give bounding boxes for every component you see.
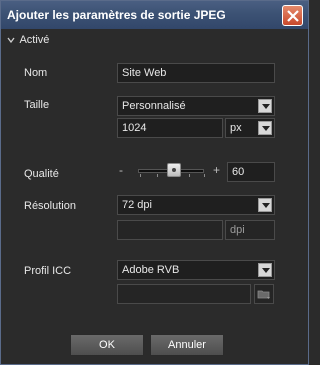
icc-profile-path-input[interactable] — [117, 284, 251, 304]
size-label: Taille — [24, 99, 50, 111]
slider-tick — [189, 174, 190, 177]
chevron-down-icon — [258, 121, 272, 135]
section-header-active[interactable]: Activé — [7, 34, 49, 46]
quality-input[interactable]: 60 — [227, 162, 275, 182]
slider-tick — [157, 174, 158, 177]
chevron-down-icon — [258, 263, 272, 277]
resolution-preset-value: 72 dpi — [122, 199, 152, 211]
close-button[interactable] — [282, 5, 303, 26]
size-unit-select[interactable]: px — [225, 118, 275, 138]
icc-profile-label: Profil ICC — [24, 265, 72, 277]
title-bar[interactable]: Ajouter les paramètres de sortie JPEG — [1, 1, 308, 29]
ok-button[interactable]: OK — [70, 334, 144, 356]
resolution-preset-select[interactable]: 72 dpi — [117, 195, 275, 215]
window-title: Ajouter les paramètres de sortie JPEG — [7, 8, 226, 22]
size-unit-value: px — [230, 122, 242, 134]
size-preset-select[interactable]: Personnalisé — [117, 96, 275, 116]
icc-profile-select[interactable]: Adobe RVB — [117, 260, 275, 280]
quality-increase[interactable]: + — [213, 163, 220, 177]
icc-profile-value: Adobe RVB — [122, 264, 180, 276]
slider-tick — [140, 174, 141, 177]
chevron-down-icon — [258, 99, 272, 113]
resolution-input[interactable] — [117, 220, 223, 240]
quality-decrease[interactable]: - — [119, 163, 123, 177]
section-label: Activé — [19, 34, 50, 46]
browse-button[interactable] — [254, 284, 274, 304]
resolution-label: Résolution — [24, 200, 76, 212]
size-input[interactable]: 1024 — [117, 118, 223, 138]
cancel-button[interactable]: Annuler — [150, 334, 224, 356]
chevron-down-icon — [7, 34, 17, 46]
size-preset-value: Personnalisé — [122, 100, 186, 112]
chevron-down-icon — [258, 198, 272, 212]
name-label: Nom — [24, 67, 48, 79]
quality-slider-thumb[interactable] — [167, 163, 181, 177]
dialog-content: Activé Nom Site Web Taille Personnalisé … — [1, 29, 308, 364]
dialog-window: Ajouter les paramètres de sortie JPEG Ac… — [0, 0, 309, 365]
slider-tick — [204, 174, 205, 177]
name-input[interactable]: Site Web — [117, 63, 275, 83]
resolution-unit: dpi — [225, 220, 275, 240]
folder-icon — [255, 290, 273, 306]
quality-label: Qualité — [24, 168, 59, 180]
